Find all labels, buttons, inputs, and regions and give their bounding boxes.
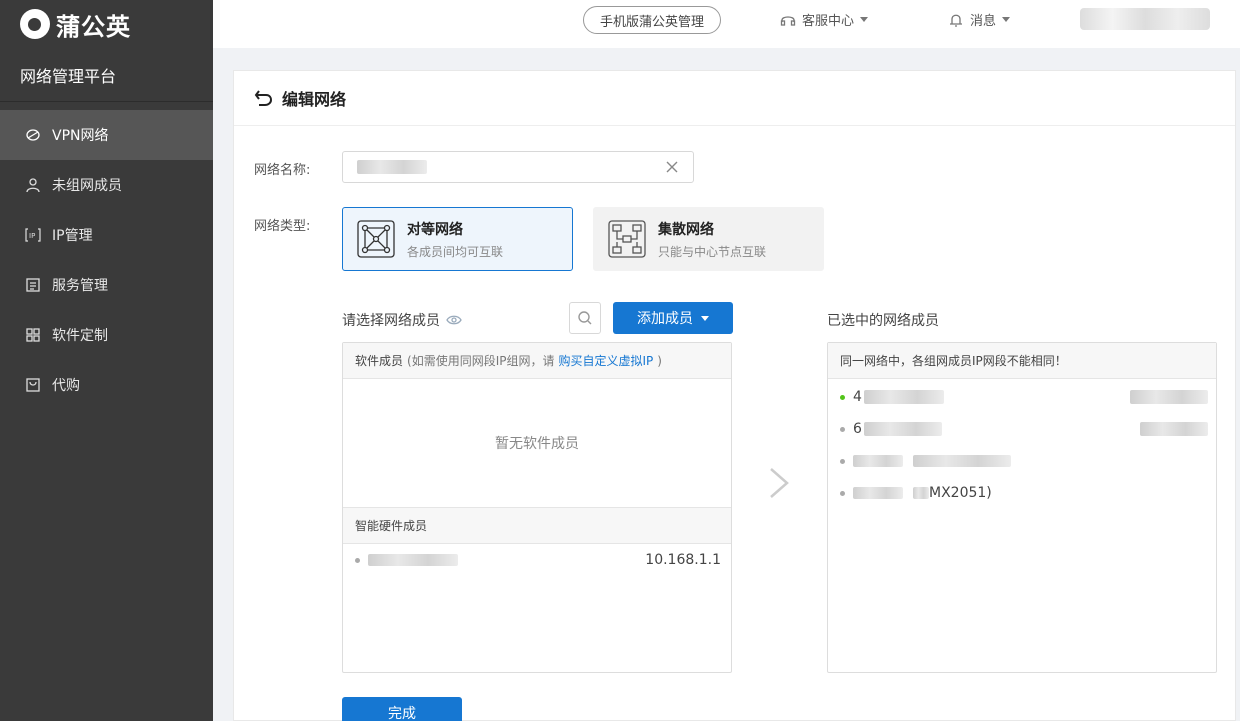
chevron-right-icon xyxy=(770,468,789,498)
select-members-heading: 请选择网络成员 xyxy=(342,310,462,330)
list-item[interactable]: MX2051) xyxy=(828,477,1216,509)
eye-icon[interactable] xyxy=(446,312,462,328)
sidebar-item-label: IP管理 xyxy=(52,228,93,244)
close-icon[interactable] xyxy=(665,160,679,174)
type-description: 各成员间均可互联 xyxy=(407,244,504,259)
member-model-suffix: MX2051) xyxy=(929,485,992,501)
type-description: 只能与中心节点互联 xyxy=(658,244,767,259)
list-item[interactable]: 6 xyxy=(828,413,1216,445)
chevron-down-icon xyxy=(701,315,709,321)
software-empty-state: 暂无软件成员 xyxy=(343,379,731,508)
member-name-prefix: 6 xyxy=(853,421,862,437)
network-name-redacted xyxy=(357,160,427,174)
customer-service-menu[interactable]: 客服中心 xyxy=(780,10,869,29)
status-dot xyxy=(840,426,845,432)
messages-menu[interactable]: 消息 xyxy=(948,10,1011,29)
candidate-members-panel: 软件成员 (如需使用同网段IP组网，请 购买自定义虚拟IP ) 暂无软件成员 智… xyxy=(342,342,732,673)
user-account-redacted[interactable] xyxy=(1080,8,1210,30)
select-members-label: 请选择网络成员 xyxy=(342,313,440,329)
topbar: 手机版蒲公英管理 客服中心 消息 xyxy=(213,0,1240,48)
mobile-management-button[interactable]: 手机版蒲公英管理 xyxy=(583,6,722,34)
list-item[interactable]: 4 xyxy=(828,381,1216,413)
bell-icon xyxy=(950,14,962,27)
sidebar-nav: VPN网络 未组网成员 IP IP管理 服务管理 软件定制 代购 xyxy=(0,110,213,410)
chevron-down-icon xyxy=(1002,17,1011,22)
svg-text:IP: IP xyxy=(29,232,35,240)
card-header: 编辑网络 xyxy=(234,71,1235,126)
status-dot xyxy=(840,490,845,496)
software-hint-end: ) xyxy=(657,353,662,368)
status-dot xyxy=(840,458,845,464)
sidebar-item-label: 未组网成员 xyxy=(52,178,122,194)
type-name: 对等网络 xyxy=(407,221,463,238)
network-name-input[interactable] xyxy=(342,151,694,183)
device-ip: 10.168.1.1 xyxy=(645,552,721,568)
sidebar-item-vpn[interactable]: VPN网络 xyxy=(0,110,213,160)
add-member-button[interactable]: 添加成员 xyxy=(613,302,733,334)
software-members-header: 软件成员 (如需使用同网段IP组网，请 购买自定义虚拟IP ) xyxy=(343,343,731,379)
selected-notice: 同一网络中，各组网成员IP网段不能相同！ xyxy=(828,343,1216,379)
brand-logo[interactable]: 蒲公英 xyxy=(0,0,213,48)
selected-members-panel: 同一网络中，各组网成员IP网段不能相同！ 4 6 MX2051) xyxy=(827,342,1217,673)
sidebar-item-purchase[interactable]: 代购 xyxy=(0,360,213,410)
selected-members-heading: 已选中的网络成员 xyxy=(827,313,939,329)
customer-service-label: 客服中心 xyxy=(802,14,855,29)
messages-label: 消息 xyxy=(970,14,997,29)
network-type-label: 网络类型: xyxy=(254,219,311,234)
member-name-redacted xyxy=(863,422,942,436)
user-icon xyxy=(24,176,42,194)
hardware-members-header: 智能硬件成员 xyxy=(343,508,731,544)
type-hub-network[interactable]: 集散网络 只能与中心节点互联 xyxy=(593,207,824,271)
sidebar-item-label: 服务管理 xyxy=(52,278,108,294)
mesh-network-icon xyxy=(357,220,395,258)
sidebar-item-custom[interactable]: 软件定制 xyxy=(0,310,213,360)
member-ip-redacted xyxy=(1130,390,1208,404)
edit-network-card: 编辑网络 网络名称: 网络类型: 对等网络 各成员间均可互联 集散网络 只能与中… xyxy=(233,70,1236,721)
sidebar-item-label: 代购 xyxy=(52,378,80,394)
done-button[interactable]: 完成 xyxy=(342,697,462,721)
platform-title: 网络管理平台 xyxy=(0,48,213,102)
sidebar-item-ungrouped[interactable]: 未组网成员 xyxy=(0,160,213,210)
member-name-redacted xyxy=(853,455,903,467)
list-icon xyxy=(24,276,42,294)
ip-icon: IP xyxy=(24,226,42,244)
dandelion-logo-icon xyxy=(20,9,50,39)
brand-name: 蒲公英 xyxy=(56,12,131,41)
member-name-prefix: 4 xyxy=(853,389,862,405)
search-icon xyxy=(578,311,592,325)
member-model-redacted xyxy=(913,487,929,499)
software-hint: (如需使用同网段IP组网，请 xyxy=(407,354,555,368)
sidebar-item-label: 软件定制 xyxy=(52,328,108,344)
device-name-redacted xyxy=(368,554,458,566)
sidebar-item-label: VPN网络 xyxy=(52,128,109,144)
member-name-redacted xyxy=(853,487,903,499)
list-item[interactable] xyxy=(828,445,1216,477)
list-item[interactable]: 10.168.1.1 xyxy=(343,544,731,576)
selected-members-list: 4 6 MX2051) xyxy=(828,379,1216,509)
bag-icon xyxy=(24,376,42,394)
back-icon[interactable] xyxy=(254,88,274,108)
type-peer-network[interactable]: 对等网络 各成员间均可互联 xyxy=(342,207,573,271)
vpn-icon xyxy=(24,126,42,144)
headset-icon xyxy=(780,15,796,26)
member-ip-redacted xyxy=(1140,422,1208,436)
type-name: 集散网络 xyxy=(658,221,714,238)
sidebar-item-ip[interactable]: IP IP管理 xyxy=(0,210,213,260)
member-name-redacted xyxy=(863,390,944,404)
status-dot xyxy=(355,557,360,563)
chevron-down-icon xyxy=(860,17,869,22)
software-members-title: 软件成员 xyxy=(355,354,404,368)
member-model-redacted xyxy=(913,455,1011,467)
buy-virtual-ip-link[interactable]: 购买自定义虚拟IP xyxy=(558,352,653,369)
online-dot xyxy=(840,394,845,400)
sidebar: 蒲公英 网络管理平台 VPN网络 未组网成员 IP IP管理 服务管理 软件定制… xyxy=(0,0,213,721)
add-member-label: 添加成员 xyxy=(637,311,693,327)
hub-network-icon xyxy=(608,220,646,258)
network-name-label: 网络名称: xyxy=(254,163,311,178)
search-button[interactable] xyxy=(569,302,601,334)
sidebar-item-service[interactable]: 服务管理 xyxy=(0,260,213,310)
apps-icon xyxy=(24,326,42,344)
page-title: 编辑网络 xyxy=(282,90,347,109)
